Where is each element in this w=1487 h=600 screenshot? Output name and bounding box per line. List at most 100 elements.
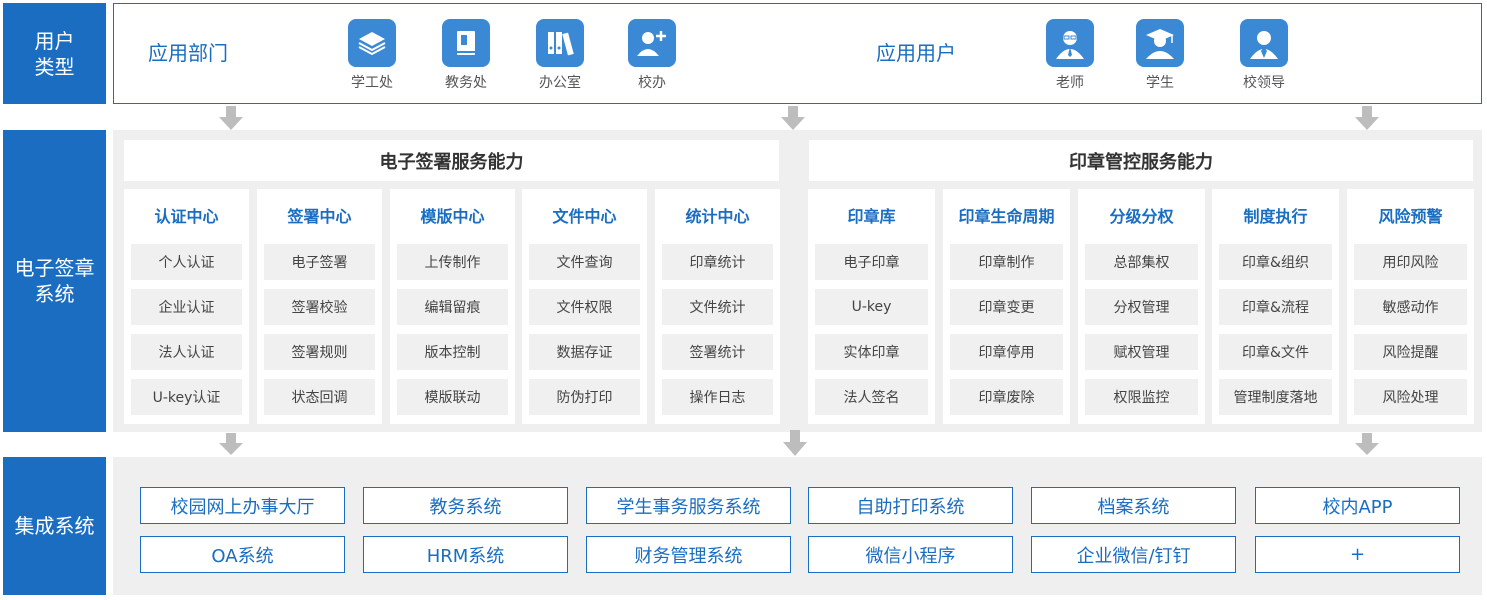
- esign-capability-item: 文件权限: [529, 289, 640, 325]
- seal-panel-title: 印章管控服务能力: [809, 140, 1473, 181]
- seal-capability-item: 印章制作: [950, 244, 1063, 280]
- esign-capability-item: 企业认证: [131, 289, 242, 325]
- esign-capability-item: 签署统计: [662, 334, 773, 370]
- down-arrow-icon: [1355, 106, 1379, 130]
- seal-column: 印章库电子印章 U-key 实体印章法人签名: [808, 189, 935, 424]
- seal-capability-item: 风险处理: [1354, 379, 1467, 415]
- integration-system-item: 教务系统: [363, 487, 568, 524]
- esign-capability-item: 版本控制: [397, 334, 508, 370]
- seal-capability-item: 敏感动作: [1354, 289, 1467, 325]
- side-label-integration: 集成系统: [3, 457, 106, 595]
- seal-capability-item: 印章变更: [950, 289, 1063, 325]
- seal-column: 风险预警用印风险敏感动作风险提醒风险处理: [1347, 189, 1474, 424]
- user-teacher: 老师: [1040, 19, 1100, 92]
- esign-capability-item: 上传制作: [397, 244, 508, 280]
- side-label-esign-system: 电子签章 系统: [3, 130, 106, 432]
- seal-capability-item: 电子印章: [815, 244, 928, 280]
- student-icon: [1136, 19, 1184, 67]
- integration-system-item: 校园网上办事大厅: [140, 487, 345, 524]
- seal-capability-item: 权限监控: [1085, 379, 1198, 415]
- esign-capability-item: 模版联动: [397, 379, 508, 415]
- down-arrow-icon: [219, 433, 243, 455]
- department-xiaoban: 校办: [622, 19, 682, 92]
- esign-capability-item: 数据存证: [529, 334, 640, 370]
- esign-column: 认证中心个人认证企业认证法人认证 U-key认证: [124, 189, 249, 424]
- department-xuegong: 学工处: [342, 19, 402, 92]
- seal-column-header: 印章库: [847, 207, 896, 226]
- seal-capability-item: 法人签名: [815, 379, 928, 415]
- esign-column-header: 签署中心: [287, 207, 352, 226]
- esign-column: 签署中心电子签署签署校验签署规则状态回调: [257, 189, 382, 424]
- seal-capability-item: 分权管理: [1085, 289, 1198, 325]
- department-jiaowu: 教务处: [436, 19, 496, 92]
- esign-capability-item: 防伪打印: [529, 379, 640, 415]
- esign-column-header: 统计中心: [685, 207, 750, 226]
- seal-capability-item: 管理制度落地: [1219, 379, 1332, 415]
- binders-icon: [536, 19, 584, 67]
- seal-capability-item: 风险提醒: [1354, 334, 1467, 370]
- esign-capability-item: 状态回调: [264, 379, 375, 415]
- esign-column: 统计中心印章统计文件统计签署统计操作日志: [655, 189, 780, 424]
- esign-capability-item: 操作日志: [662, 379, 773, 415]
- seal-capability-item: 赋权管理: [1085, 334, 1198, 370]
- esign-capability-item: 签署规则: [264, 334, 375, 370]
- book-icon: [442, 19, 490, 67]
- esign-capability-item: 个人认证: [131, 244, 242, 280]
- esign-column-header: 认证中心: [154, 207, 219, 226]
- integration-system-item: 自助打印系统: [808, 487, 1013, 524]
- user-student: 学生: [1130, 19, 1190, 92]
- esign-column: 模版中心上传制作编辑留痕版本控制模版联动: [390, 189, 515, 424]
- esign-capability-item: 法人认证: [131, 334, 242, 370]
- esign-panel-title: 电子签署服务能力: [124, 140, 779, 181]
- seal-column-header: 风险预警: [1378, 207, 1443, 226]
- integration-system-item: 企业微信/钉钉: [1031, 536, 1236, 573]
- esign-column: 文件中心文件查询文件权限数据存证防伪打印: [522, 189, 647, 424]
- esign-capability-item: 编辑留痕: [397, 289, 508, 325]
- department-office: 办公室: [530, 19, 590, 92]
- integration-system-item: 学生事务服务系统: [586, 487, 791, 524]
- seal-column-header: 分级分权: [1109, 207, 1174, 226]
- esign-capability-item: 签署校验: [264, 289, 375, 325]
- esign-capability-item: 电子签署: [264, 244, 375, 280]
- users-label: 应用用户: [876, 41, 956, 65]
- user-add-icon: [628, 19, 676, 67]
- esign-capability-item: 文件查询: [529, 244, 640, 280]
- integration-system-item: HRM系统: [363, 536, 568, 573]
- side-label-user-type: 用户 类型: [3, 3, 106, 104]
- seal-column: 制度执行印章&组织印章&流程印章&文件管理制度落地: [1212, 189, 1339, 424]
- integration-system-item: 档案系统: [1031, 487, 1236, 524]
- seal-capability-item: 实体印章: [815, 334, 928, 370]
- seal-capability-item: 总部集权: [1085, 244, 1198, 280]
- integration-area: [113, 457, 1482, 595]
- seal-column: 印章生命周期印章制作印章变更印章停用印章废除: [943, 189, 1070, 424]
- down-arrow-icon: [783, 430, 807, 456]
- seal-capability-item: 印章停用: [950, 334, 1063, 370]
- esign-column-header: 模版中心: [420, 207, 485, 226]
- seal-column: 分级分权总部集权分权管理赋权管理权限监控: [1078, 189, 1205, 424]
- seal-capability-item: 印章&文件: [1219, 334, 1332, 370]
- down-arrow-icon: [1355, 433, 1379, 455]
- down-arrow-icon: [219, 106, 243, 130]
- esign-capability-item: 印章统计: [662, 244, 773, 280]
- teacher-icon: [1046, 19, 1094, 67]
- seal-capability-item: U-key: [815, 289, 928, 325]
- integration-system-item: 微信小程序: [808, 536, 1013, 573]
- departments-label: 应用部门: [148, 41, 228, 65]
- seal-capability-item: 印章&流程: [1219, 289, 1332, 325]
- user-leader: 校领导: [1234, 19, 1294, 92]
- layers-icon: [348, 19, 396, 67]
- esign-capability-item: U-key认证: [131, 379, 242, 415]
- integration-system-item: 财务管理系统: [586, 536, 791, 573]
- seal-capability-item: 用印风险: [1354, 244, 1467, 280]
- seal-capability-item: 印章废除: [950, 379, 1063, 415]
- seal-column-header: 印章生命周期: [958, 207, 1055, 226]
- esign-column-header: 文件中心: [552, 207, 617, 226]
- down-arrow-icon: [781, 106, 805, 130]
- integration-system-item: OA系统: [140, 536, 345, 573]
- integration-system-item: 校内APP: [1255, 487, 1460, 524]
- seal-column-header: 制度执行: [1243, 207, 1308, 226]
- leader-icon: [1240, 19, 1288, 67]
- esign-capability-item: 文件统计: [662, 289, 773, 325]
- seal-capability-item: 印章&组织: [1219, 244, 1332, 280]
- integration-system-item: +: [1255, 536, 1460, 573]
